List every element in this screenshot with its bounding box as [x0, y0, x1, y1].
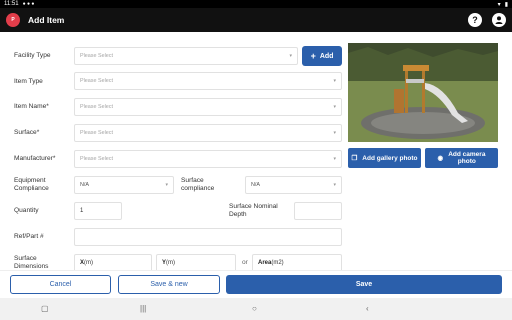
- surface-compliance-label-line1: Surface: [181, 177, 204, 184]
- surface-nominal-depth-label: Surface Nominal Depth: [229, 203, 278, 219]
- item-photo: [348, 43, 498, 142]
- facility-type-placeholder: Please Select: [80, 53, 113, 59]
- item-name-placeholder: Please Select: [80, 104, 113, 110]
- equipment-compliance-select[interactable]: N/A ▾: [74, 176, 174, 194]
- add-camera-photo-line2: photo: [457, 158, 476, 165]
- surface-compliance-value: N/A: [251, 182, 260, 188]
- chevron-down-icon: ▾: [333, 78, 336, 84]
- dimension-area-unit: (m2): [271, 260, 284, 266]
- home-icon[interactable]: ○: [252, 304, 257, 313]
- gallery-icon: ❐: [351, 154, 358, 162]
- surface-compliance-label-line2: compliance: [181, 185, 215, 192]
- manufacturer-label: Manufacturer*: [14, 155, 56, 162]
- save-label: Save: [355, 281, 373, 288]
- add-gallery-photo-label: Add gallery photo: [362, 154, 418, 162]
- item-type-select[interactable]: Please Select ▾: [74, 72, 342, 90]
- surface-dimensions-label-line2: Dimensions: [14, 263, 49, 270]
- surface-nominal-depth-input[interactable]: [294, 202, 342, 220]
- manufacturer-placeholder: Please Select: [80, 156, 113, 162]
- equipment-compliance-label: Equipment Compliance: [14, 177, 49, 193]
- person-icon: [495, 16, 503, 24]
- logo-text: P: [11, 17, 15, 23]
- help-icon-glyph: ?: [472, 15, 478, 25]
- cancel-button[interactable]: Cancel: [10, 275, 111, 294]
- recents-icon[interactable]: |||: [140, 304, 146, 313]
- add-item-form: Facility Type Please Select ▾ + Add Item…: [0, 32, 512, 272]
- quantity-input[interactable]: 1: [74, 202, 122, 220]
- save-and-new-label: Save & new: [150, 281, 188, 288]
- wifi-icon: ▾: [497, 1, 501, 8]
- chevron-down-icon: ▾: [333, 104, 336, 110]
- surface-dimensions-label-line1: Surface: [14, 255, 37, 262]
- surface-compliance-label: Surface compliance: [181, 177, 214, 193]
- surface-nominal-depth-label-line1: Surface Nominal: [229, 203, 278, 210]
- item-type-placeholder: Please Select: [80, 78, 113, 84]
- status-bar: 11:51 ● ● ● ▾ ▮: [0, 0, 512, 8]
- quantity-value: 1: [80, 208, 84, 214]
- dimension-x-unit: (m): [84, 260, 94, 266]
- app-bar: P Add Item ?: [0, 8, 512, 32]
- chevron-down-icon: ▾: [289, 53, 292, 59]
- surface-placeholder: Please Select: [80, 130, 113, 136]
- surface-nominal-depth-label-line2: Depth: [229, 211, 247, 218]
- chevron-down-icon: ▾: [165, 182, 168, 188]
- item-name-select[interactable]: Please Select ▾: [74, 98, 342, 116]
- add-button-label: Add: [319, 52, 334, 60]
- chevron-down-icon: ▾: [333, 156, 336, 162]
- playground-slide-image: [348, 43, 498, 142]
- facility-type-label: Facility Type: [14, 52, 51, 59]
- add-camera-photo-button[interactable]: ◉ Add camera photo: [425, 148, 498, 168]
- equipment-compliance-value: N/A: [80, 182, 89, 188]
- camera-icon: ◉: [437, 154, 444, 162]
- action-bar: Cancel Save & new Save: [0, 270, 512, 298]
- dimension-area-label: Area: [258, 260, 272, 266]
- status-time: 11:51: [4, 1, 19, 7]
- add-camera-photo-line1: Add camera: [448, 151, 486, 158]
- surface-dimensions-label: Surface Dimensions: [14, 255, 48, 271]
- ref-part-label: Ref/Part #: [14, 233, 44, 240]
- chevron-down-icon: ▾: [333, 182, 336, 188]
- system-nav-bar: ▢ ||| ○ ‹: [0, 298, 512, 320]
- ref-part-input[interactable]: [74, 228, 342, 246]
- screenshot-icon[interactable]: ▢: [41, 304, 49, 313]
- equipment-compliance-label-line2: Compliance: [14, 185, 49, 192]
- add-facility-button[interactable]: + Add: [302, 46, 342, 66]
- cancel-label: Cancel: [49, 281, 72, 288]
- save-button[interactable]: Save: [226, 275, 502, 294]
- save-and-new-button[interactable]: Save & new: [118, 275, 220, 294]
- surface-select[interactable]: Please Select ▾: [74, 124, 342, 142]
- surface-label: Surface*: [14, 129, 40, 136]
- manufacturer-select[interactable]: Please Select ▾: [74, 150, 342, 168]
- chevron-down-icon: ▾: [333, 130, 336, 136]
- item-type-label: Item Type: [14, 78, 43, 85]
- add-camera-photo-label: Add camera photo: [448, 151, 485, 165]
- equipment-compliance-label-line1: Equipment: [14, 177, 46, 184]
- battery-icon: ▮: [504, 1, 508, 8]
- add-gallery-photo-button[interactable]: ❐ Add gallery photo: [348, 148, 421, 168]
- help-icon[interactable]: ?: [468, 13, 482, 27]
- facility-type-select[interactable]: Please Select ▾: [74, 47, 298, 65]
- quantity-label: Quantity: [14, 207, 39, 214]
- plus-icon: +: [310, 51, 316, 61]
- item-name-label: Item Name*: [14, 103, 49, 110]
- surface-compliance-select[interactable]: N/A ▾: [245, 176, 342, 194]
- app-logo: P: [6, 13, 20, 27]
- notification-icons: ● ● ●: [22, 1, 35, 7]
- page-title: Add Item: [28, 15, 65, 25]
- dimension-y-unit: (m): [166, 260, 176, 266]
- back-icon[interactable]: ‹: [366, 304, 369, 313]
- or-label: or: [242, 259, 248, 266]
- account-icon[interactable]: [492, 13, 506, 27]
